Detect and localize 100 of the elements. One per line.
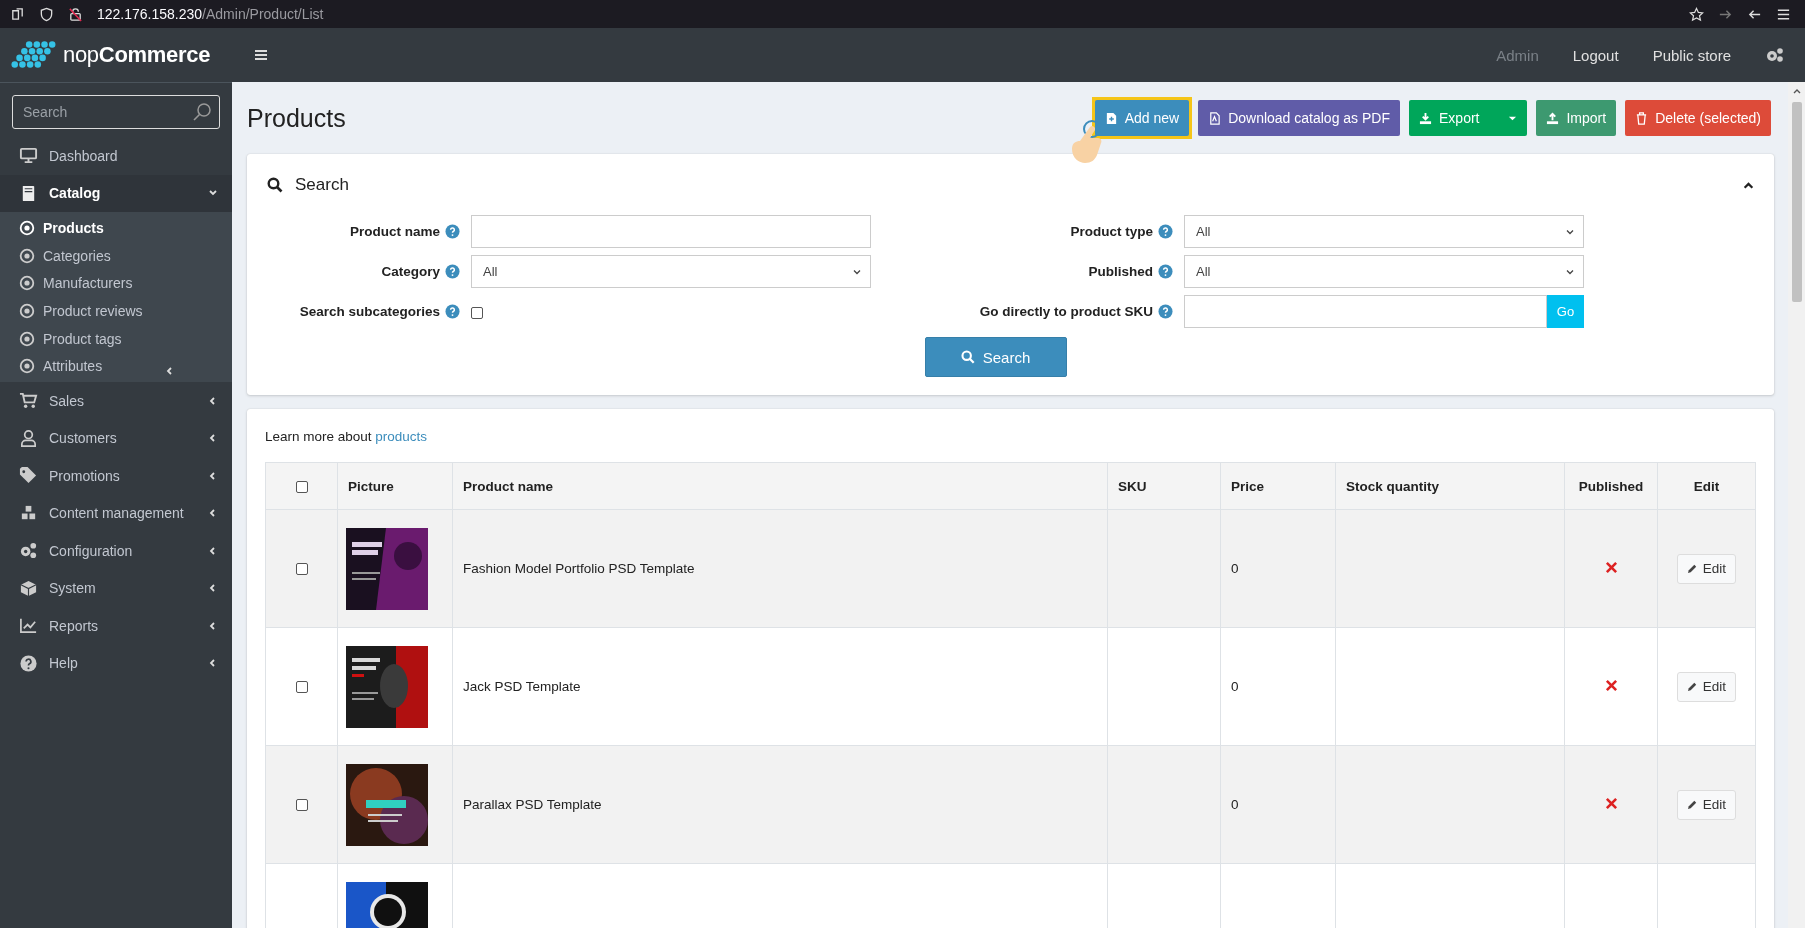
- caret-left-icon: [208, 545, 218, 556]
- search-button[interactable]: Search: [924, 337, 1067, 377]
- sidebar-submenu-item[interactable]: Manufacturers: [0, 269, 232, 298]
- toolbar-button[interactable]: Delete (selected): [1625, 100, 1771, 136]
- search-icon: [267, 177, 283, 193]
- circle-dot-icon: [19, 330, 35, 347]
- sidebar-menu-item[interactable]: Catalog: [0, 174, 232, 212]
- sidebar-menu-item[interactable]: Content management: [0, 494, 232, 533]
- help-icon[interactable]: [1158, 224, 1173, 239]
- price-text: 0: [1231, 679, 1239, 694]
- caret-left-icon: [208, 583, 218, 594]
- monitor-icon: [19, 146, 38, 166]
- pencil-icon: [1686, 681, 1698, 692]
- select-all-checkbox[interactable]: [295, 480, 308, 493]
- circle-dot-icon: [19, 247, 35, 264]
- search-icon: [960, 350, 975, 364]
- circle-dot-icon: [19, 219, 35, 236]
- sidebar-menu-item[interactable]: Customers: [0, 419, 232, 458]
- help-icon[interactable]: [1158, 304, 1173, 319]
- text-field[interactable]: [471, 215, 871, 248]
- insecure-lock-icon[interactable]: [68, 6, 83, 22]
- toolbar-button[interactable]: Download catalog as PDF: [1198, 100, 1400, 136]
- navbar-link[interactable]: Public store: [1652, 46, 1731, 64]
- text-field[interactable]: [1184, 295, 1547, 328]
- page-icon[interactable]: [10, 6, 25, 22]
- url-field[interactable]: 122.176.158.230/Admin/Product/List: [97, 6, 324, 22]
- sidebar-menu-item[interactable]: System: [0, 569, 232, 608]
- circle-dot-icon: [19, 358, 35, 375]
- menu-icon[interactable]: [254, 49, 268, 61]
- star-icon[interactable]: [1689, 6, 1704, 22]
- dropdown-field[interactable]: All: [1184, 215, 1584, 248]
- pdf-icon: [1208, 111, 1222, 125]
- field-label: Published: [1087, 264, 1153, 279]
- search-icon[interactable]: [192, 102, 212, 122]
- field-label: Category: [380, 264, 440, 279]
- help-icon[interactable]: [445, 224, 460, 239]
- sidebar-submenu-item[interactable]: Attributes: [0, 352, 232, 381]
- sidebar-menu-item[interactable]: Reports: [0, 607, 232, 645]
- export-icon: [1419, 111, 1432, 125]
- field-label: Search subcategories: [298, 304, 440, 319]
- sidebar-menu-item[interactable]: Dashboard: [0, 137, 232, 175]
- delete-icon: [1635, 111, 1649, 125]
- pencil-icon: [1686, 563, 1698, 574]
- dropdown-field[interactable]: All: [471, 255, 871, 288]
- price-text: 0: [1231, 797, 1239, 812]
- product-name: Fashion Model Portfolio PSD Template: [463, 561, 695, 576]
- scrollbar[interactable]: [1788, 82, 1805, 928]
- sidebar-submenu-item[interactable]: Product tags: [0, 324, 232, 353]
- sidebar-menu-item[interactable]: Promotions: [0, 457, 232, 495]
- sidebar-search-field[interactable]: Search: [12, 95, 220, 129]
- toolbar-button[interactable]: Add new: [1094, 100, 1190, 136]
- edit-button[interactable]: Edit: [1676, 789, 1737, 820]
- edit-button[interactable]: Edit: [1676, 553, 1737, 584]
- row-checkbox[interactable]: [295, 799, 308, 812]
- edit-button[interactable]: Edit: [1676, 671, 1737, 702]
- products-link[interactable]: products: [375, 429, 428, 444]
- field-label: Go directly to product SKU: [978, 304, 1153, 319]
- help-icon: [19, 653, 38, 673]
- column-header: Price: [1231, 478, 1265, 494]
- field-label: Product name: [348, 224, 440, 239]
- row-checkbox[interactable]: [295, 681, 308, 694]
- column-header: Published: [1578, 478, 1644, 494]
- cart-icon: [19, 391, 38, 411]
- add-icon: [1104, 111, 1118, 125]
- column-header: Picture: [348, 478, 394, 494]
- toolbar-button[interactable]: Import: [1536, 100, 1617, 136]
- caret-left-icon: [208, 433, 218, 444]
- page-title: Products: [247, 103, 347, 133]
- shield-icon[interactable]: [39, 6, 54, 22]
- circle-dot-icon: [19, 302, 35, 319]
- pencil-icon: [1686, 799, 1698, 810]
- help-icon[interactable]: [1158, 264, 1173, 279]
- sidebar-menu-item[interactable]: Help: [0, 644, 232, 683]
- price-text: 0: [1231, 561, 1239, 576]
- gears-icon[interactable]: [1765, 47, 1785, 63]
- panel-title: Search: [295, 175, 349, 195]
- help-icon[interactable]: [445, 304, 460, 319]
- tag-icon: [19, 466, 38, 486]
- sidebar-submenu-item[interactable]: Categories: [0, 241, 232, 270]
- caret-left-icon: [208, 470, 218, 481]
- caret-left-icon: [208, 658, 218, 669]
- product-name: Jack PSD Template: [463, 679, 581, 694]
- sidebar-submenu-item[interactable]: Product reviews: [0, 297, 232, 325]
- checkbox[interactable]: [471, 306, 483, 319]
- help-icon[interactable]: [445, 264, 460, 279]
- caret-up-icon[interactable]: [1743, 179, 1754, 191]
- sidebar-menu-item[interactable]: Sales: [0, 382, 232, 420]
- import-icon: [1546, 111, 1560, 125]
- row-checkbox[interactable]: [295, 563, 308, 576]
- sidebar-submenu-item[interactable]: Products: [0, 214, 232, 242]
- field-label: Product type: [1069, 224, 1153, 239]
- scrollbar-thumb[interactable]: [1791, 102, 1802, 302]
- help-text: Learn more about products: [265, 429, 429, 444]
- brand-logo-text[interactable]: nopCommerce: [63, 42, 211, 68]
- sidebar-menu-item[interactable]: Configuration: [0, 532, 232, 570]
- dropdown-field[interactable]: All: [1184, 255, 1584, 288]
- chart-icon: [19, 616, 38, 636]
- caret-left-icon: [208, 395, 218, 406]
- navbar-link[interactable]: Logout: [1572, 46, 1619, 64]
- user-icon: [19, 428, 38, 448]
